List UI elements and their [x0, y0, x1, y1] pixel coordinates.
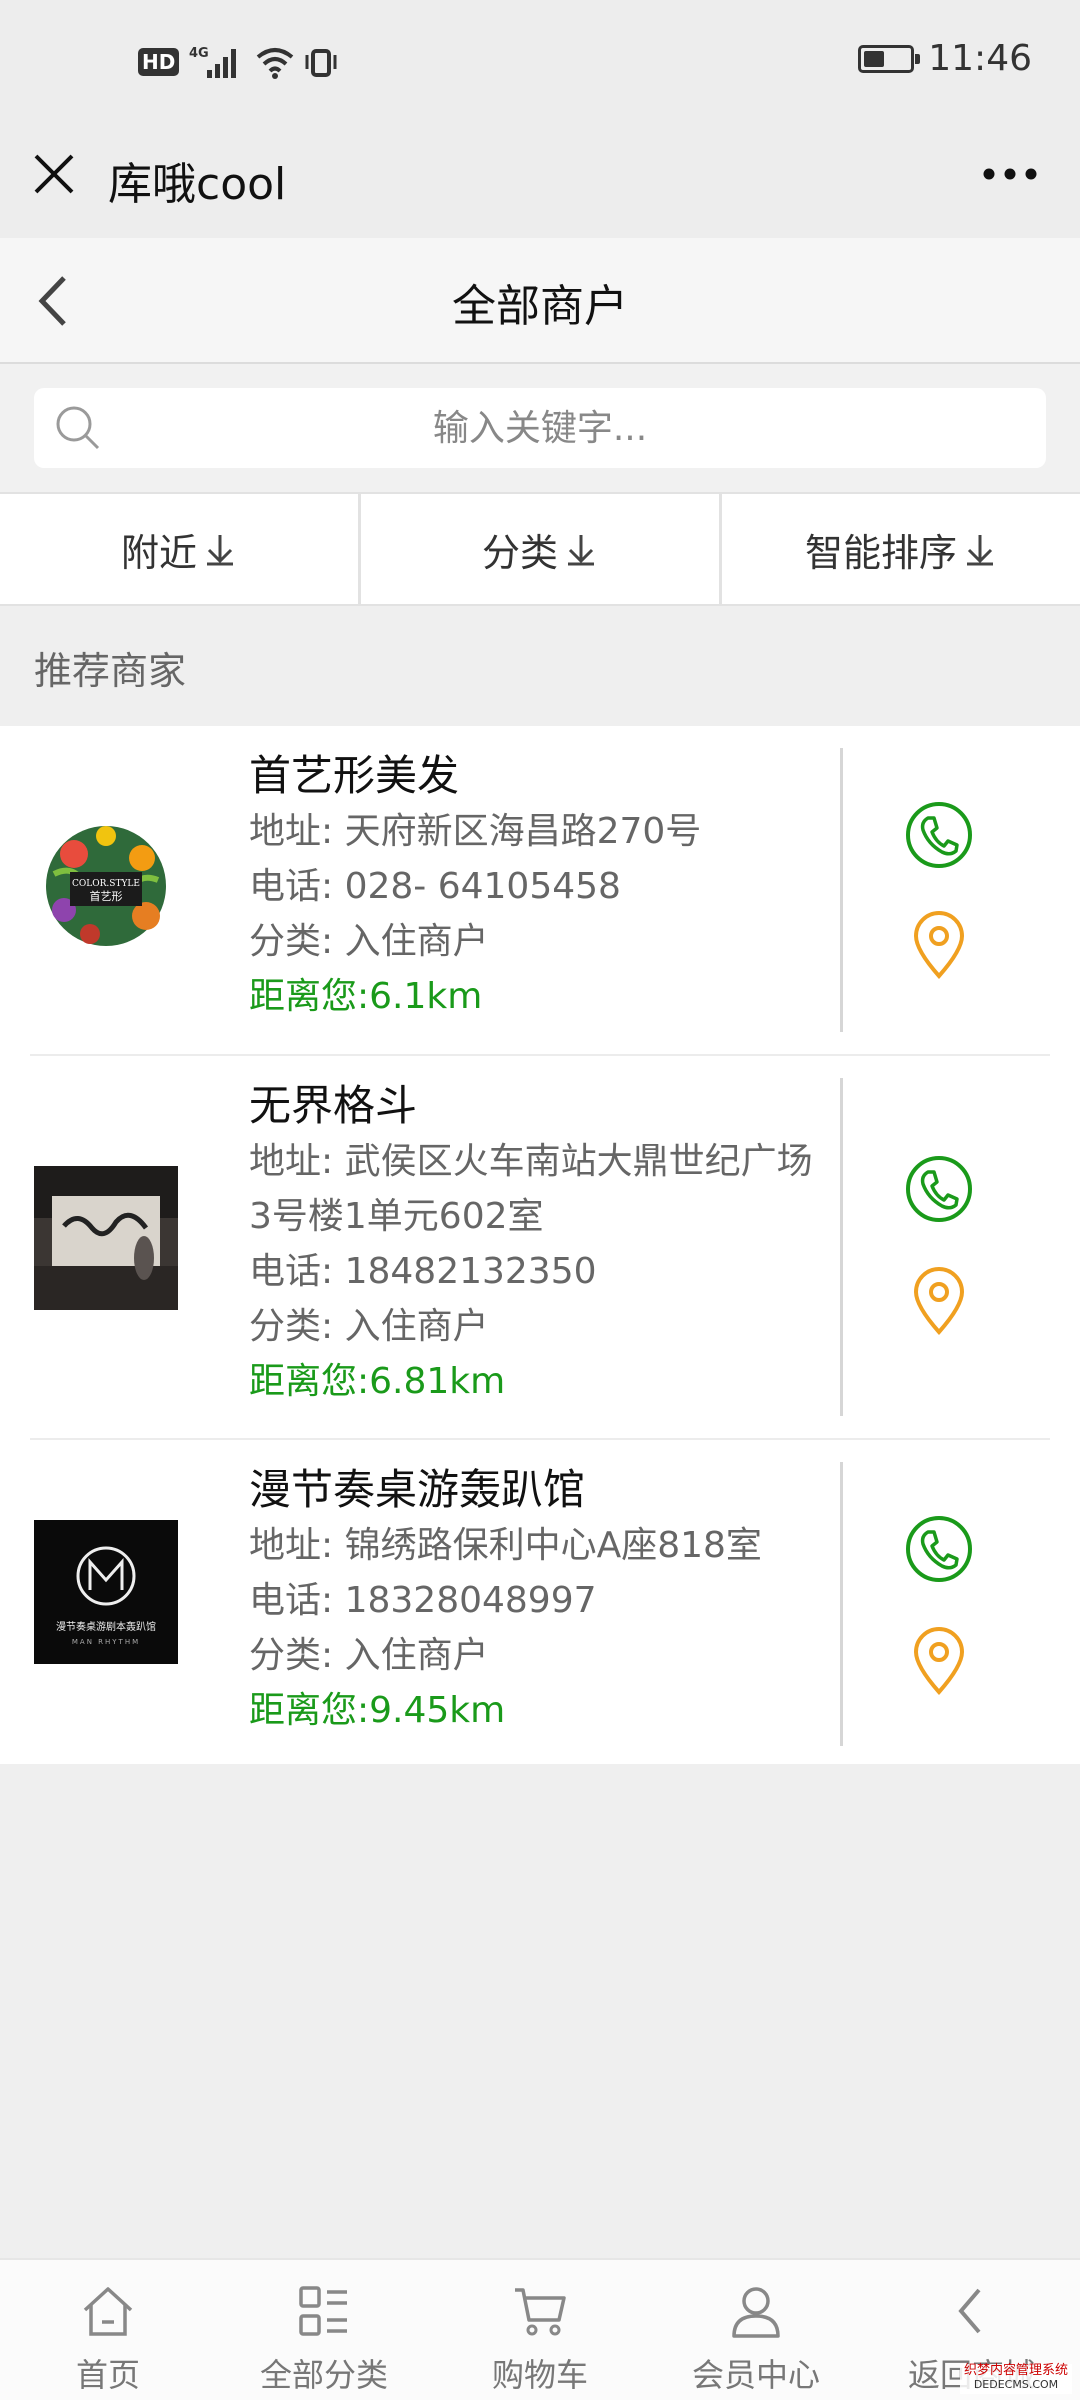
wifi-icon: [257, 48, 294, 79]
merchant-info: 首艺形美发 地址: 天府新区海昌路270号 电话: 028- 64105458 …: [249, 748, 839, 1024]
nav-label: 会员中心: [691, 2356, 820, 2394]
more-icon[interactable]: [980, 158, 1040, 190]
vibrate-icon: [305, 49, 337, 77]
network-type: 4G: [189, 46, 209, 61]
phone-icon[interactable]: [904, 1154, 974, 1224]
battery-icon: [858, 44, 921, 73]
signal-icon: 4G: [189, 46, 237, 78]
vertical-divider: [840, 748, 843, 1032]
watermark-line-2: DEDECMS.COM: [973, 2378, 1059, 2391]
merchant-phone: 电话: 18482132350: [249, 1251, 597, 1292]
filter-label: 附近: [120, 530, 197, 575]
svg-text:首艺形: 首艺形: [90, 889, 123, 903]
wechat-title-bar: 库哦cool: [0, 130, 1080, 238]
man-rhythm-logo-image: 漫节奏桌游剧本轰趴馆 MAN RHYTHM: [34, 1520, 178, 1664]
status-left: HD 4G: [138, 44, 337, 80]
watermark: 织梦内容管理系统 DEDECMS.COM: [960, 2364, 1072, 2394]
gym-interior-image: [34, 1166, 178, 1310]
merchant-logo: 漫节奏桌游剧本轰趴馆 MAN RHYTHM: [34, 1520, 178, 1664]
nav-cart[interactable]: 购物车: [432, 2260, 648, 2400]
filter-category[interactable]: 分类: [361, 494, 722, 604]
chevron-left-icon: [958, 2288, 981, 2334]
filter-nearby[interactable]: 附近: [0, 494, 361, 604]
merchant-name: 首艺形美发: [249, 751, 460, 800]
search-box: [34, 388, 1046, 468]
nav-all-categories[interactable]: 全部分类: [216, 2260, 432, 2400]
bottom-nav: 首页 全部分类 购物车 会员中心 返回商城 织梦内容: [0, 2258, 1080, 2400]
page-header: 全部商户: [0, 238, 1080, 364]
category-grid-icon: [299, 2286, 347, 2336]
svg-text:COLOR.STYLE: COLOR.STYLE: [72, 879, 140, 889]
merchant-logo: COLOR.STYLE 首艺形: [34, 814, 178, 958]
merchant-list: COLOR.STYLE 首艺形 首艺形美发 地址: 天府新区海昌路270号 电话…: [0, 726, 1080, 1764]
merchant-category: 分类: 入住商户: [249, 1635, 489, 1676]
nav-home[interactable]: 首页: [0, 2260, 216, 2400]
merchant-distance: 距离您:6.1km: [249, 976, 483, 1017]
merchant-distance: 距离您:9.45km: [249, 1690, 506, 1731]
nav-member-center[interactable]: 会员中心: [648, 2260, 864, 2400]
merchant-category: 分类: 入住商户: [249, 921, 489, 962]
svg-text:MAN RHYTHM: MAN RHYTHM: [72, 1638, 140, 1646]
location-pin-icon[interactable]: [904, 1266, 974, 1336]
search-area: [0, 364, 1080, 492]
merchant-distance: 距离您:6.81km: [249, 1361, 506, 1402]
app-title: 库哦cool: [108, 159, 287, 210]
merchant-phone: 电话: 028- 64105458: [249, 866, 621, 907]
hd-badge: HD: [138, 48, 180, 76]
section-title: 推荐商家: [34, 649, 187, 693]
merchant-name: 漫节奏桌游轰趴馆: [249, 1465, 586, 1514]
filter-smart-sort[interactable]: 智能排序: [722, 494, 1080, 604]
arrow-down-icon: [568, 535, 594, 566]
status-bar: HD 4G 11:46: [0, 0, 1080, 130]
merchant-info: 漫节奏桌游轰趴馆 地址: 锦绣路保利中心A座818室 电话: 183280489…: [249, 1462, 839, 1738]
merchant-row[interactable]: 漫节奏桌游剧本轰趴馆 MAN RHYTHM 漫节奏桌游轰趴馆 地址: 锦绣路保利…: [0, 1440, 1080, 1764]
phone-icon[interactable]: [904, 800, 974, 870]
merchant-category: 分类: 入住商户: [249, 1306, 489, 1347]
search-input[interactable]: [124, 388, 956, 468]
clock: 11:46: [928, 38, 1032, 79]
vertical-divider: [840, 1078, 843, 1416]
location-pin-icon[interactable]: [904, 910, 974, 980]
filter-bar: 附近 分类 智能排序: [0, 492, 1080, 606]
merchant-row[interactable]: 无界格斗 地址: 武侯区火车南站大鼎世纪广场 3号楼1单元602室 电话: 18…: [0, 1056, 1080, 1440]
watermark-line-1: 织梦内容管理系统: [963, 2363, 1068, 2378]
merchant-phone: 电话: 18328048997: [249, 1580, 597, 1621]
close-icon[interactable]: [30, 150, 78, 198]
nav-label: 首页: [75, 2356, 140, 2394]
search-icon: [56, 406, 100, 450]
nav-label: 购物车: [491, 2356, 588, 2394]
phone-icon[interactable]: [904, 1514, 974, 1584]
home-icon: [83, 2287, 133, 2336]
floral-logo-image: COLOR.STYLE 首艺形: [34, 814, 178, 958]
cart-icon: [515, 2288, 566, 2336]
merchant-address: 地址: 天府新区海昌路270号: [249, 811, 702, 852]
page-title: 全部商户: [452, 281, 628, 332]
merchant-address: 地址: 武侯区火车南站大鼎世纪广场: [249, 1141, 813, 1182]
merchant-info: 无界格斗 地址: 武侯区火车南站大鼎世纪广场 3号楼1单元602室 电话: 18…: [249, 1078, 839, 1409]
location-pin-icon[interactable]: [904, 1626, 974, 1696]
filter-label: 分类: [481, 530, 558, 575]
arrow-down-icon: [207, 535, 233, 566]
merchant-name: 无界格斗: [249, 1081, 418, 1130]
merchant-row[interactable]: COLOR.STYLE 首艺形 首艺形美发 地址: 天府新区海昌路270号 电话…: [0, 726, 1080, 1056]
merchant-logo: [34, 1166, 178, 1310]
filter-label: 智能排序: [804, 530, 957, 575]
svg-text:漫节奏桌游剧本轰趴馆: 漫节奏桌游剧本轰趴馆: [56, 1620, 156, 1633]
user-icon: [732, 2287, 780, 2338]
battery-fill: [864, 50, 885, 67]
merchant-address: 地址: 锦绣路保利中心A座818室: [249, 1525, 762, 1566]
status-right: 11:46: [858, 38, 1032, 79]
nav-label: 全部分类: [259, 2356, 388, 2394]
merchant-address-line-2: 3号楼1单元602室: [249, 1196, 544, 1237]
vertical-divider: [840, 1462, 843, 1746]
arrow-down-icon: [967, 535, 993, 566]
